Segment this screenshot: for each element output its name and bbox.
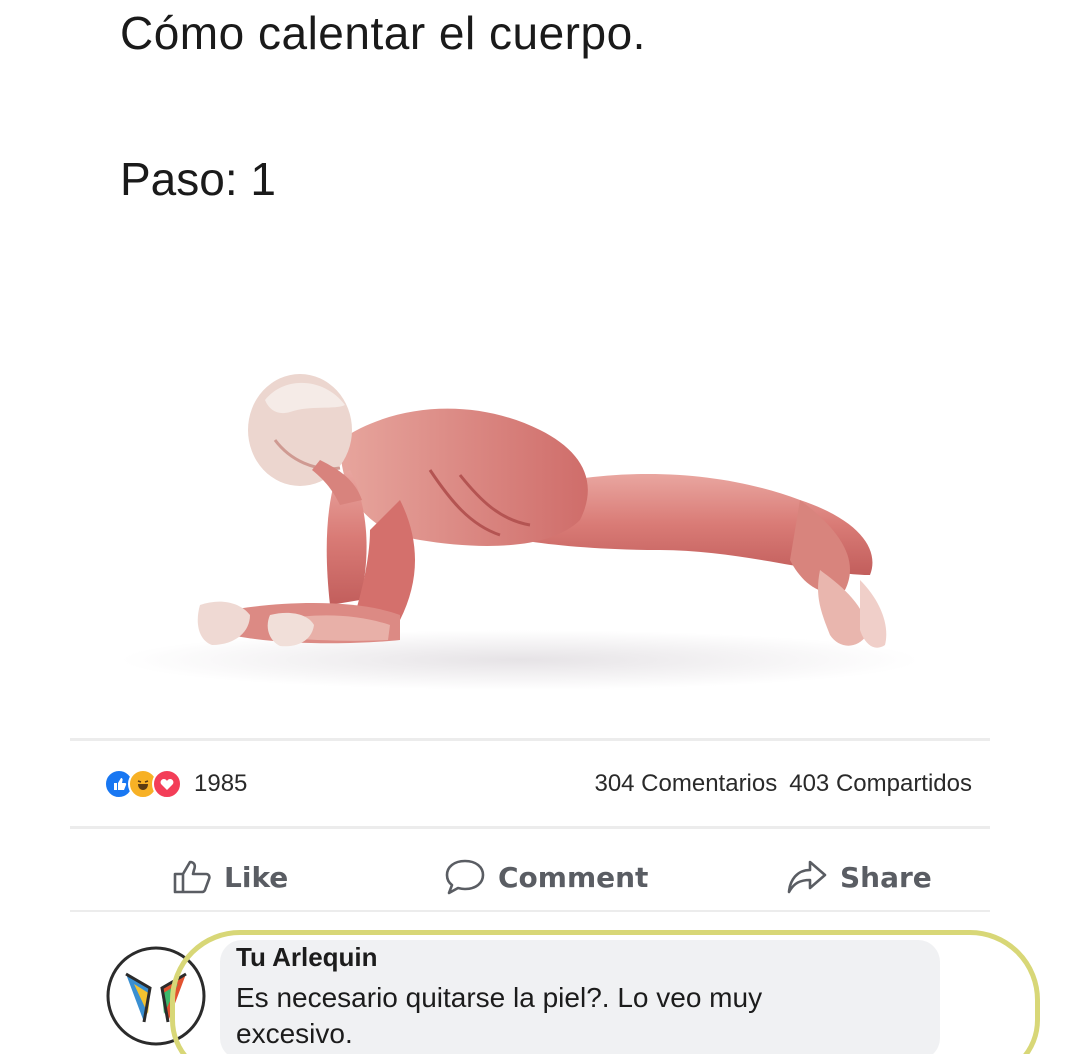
thumbs-up-icon — [173, 860, 211, 894]
reaction-count: 1985 — [194, 770, 248, 797]
like-button[interactable]: Like — [172, 852, 288, 902]
divider — [70, 738, 990, 741]
post-title: Cómo calentar el cuerpo. — [120, 7, 646, 59]
share-label: Share — [840, 860, 932, 894]
share-arrow-icon — [787, 860, 827, 894]
divider — [70, 826, 990, 829]
post-step: Paso: 1 — [120, 153, 276, 205]
divider — [70, 910, 990, 912]
like-label: Like — [224, 860, 289, 894]
speech-bubble-icon — [445, 859, 485, 895]
comment-label: Comment — [498, 860, 649, 894]
comment-count-link[interactable]: 304 Comentarios — [594, 770, 777, 798]
share-button[interactable]: Share — [786, 852, 932, 902]
share-count-link[interactable]: 403 Compartidos — [789, 770, 972, 798]
reaction-summary[interactable]: 1985 — [104, 766, 247, 802]
comment-item: Tu Arlequin Es necesario quitarse la pie… — [0, 918, 1070, 1054]
post-stats: 304 Comentarios 403 Compartidos — [594, 770, 972, 798]
facebook-post: Cómo calentar el cuerpo. Paso: 1 1985 30… — [0, 0, 1070, 1054]
comment-highlight-circle — [170, 930, 1040, 1054]
comment-button[interactable]: Comment — [444, 852, 648, 902]
post-action-bar: Like Comment Share — [70, 852, 990, 902]
anatomy-plank-image — [120, 374, 920, 690]
love-icon — [152, 769, 182, 799]
